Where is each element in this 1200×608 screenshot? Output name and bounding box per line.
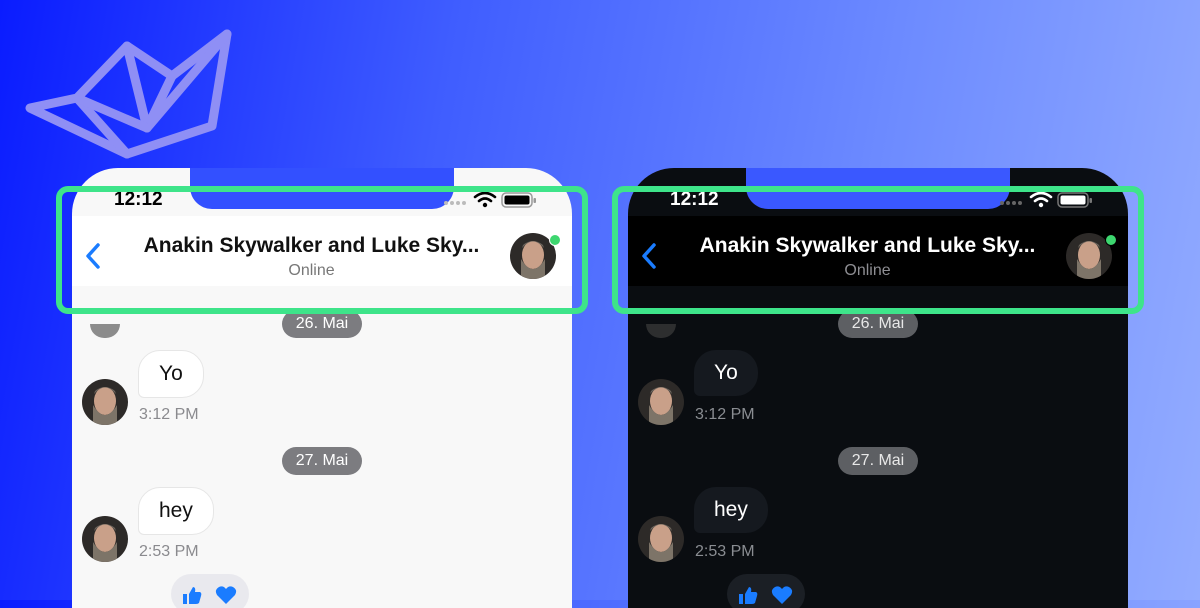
avatar[interactable] [638, 516, 684, 562]
message-bubble[interactable]: hey [138, 487, 214, 535]
heart-icon[interactable] [771, 585, 793, 605]
message-time: 3:12 PM [139, 406, 199, 423]
header-highlight-frame [612, 186, 1144, 314]
hidden-content-edge [90, 324, 120, 338]
date-separator: 27. Mai [838, 447, 918, 475]
paper-boat-logo-icon [25, 29, 232, 159]
avatar[interactable] [638, 379, 684, 425]
date-separator: 26. Mai [838, 310, 918, 338]
thumbs-up-icon[interactable] [737, 585, 759, 605]
date-separator: 26. Mai [282, 310, 362, 338]
avatar[interactable] [82, 516, 128, 562]
message-reactions[interactable] [171, 574, 249, 608]
hidden-content-edge [646, 324, 676, 338]
message-time: 2:53 PM [695, 543, 755, 560]
message-time: 2:53 PM [139, 543, 199, 560]
message-bubble[interactable]: hey [694, 487, 768, 533]
avatar[interactable] [82, 379, 128, 425]
message-reactions[interactable] [727, 574, 805, 608]
message-bubble[interactable]: Yo [138, 350, 204, 398]
heart-icon[interactable] [215, 585, 237, 605]
message-time: 3:12 PM [695, 406, 755, 423]
header-highlight-frame [56, 186, 588, 314]
thumbs-up-icon[interactable] [181, 585, 203, 605]
message-bubble[interactable]: Yo [694, 350, 758, 396]
date-separator: 27. Mai [282, 447, 362, 475]
